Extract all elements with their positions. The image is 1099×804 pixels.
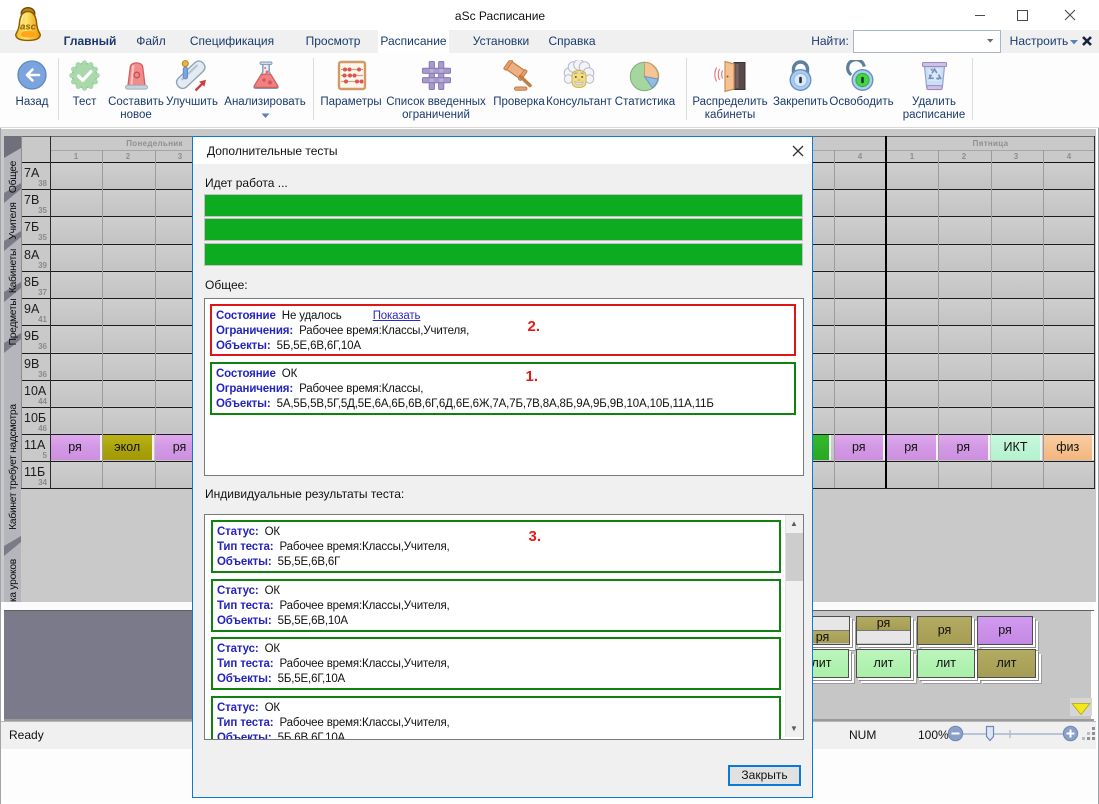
svg-text:ка уроков: ка уроков [8,558,19,602]
svg-text:Кабинет требует надсмотра: Кабинет требует надсмотра [7,404,19,530]
svg-text:Кабинеты: Кабинеты [7,249,19,293]
svg-text:Общее: Общее [7,160,19,193]
svg-text:Предметы: Предметы [8,299,19,346]
svg-text:asc: asc [20,22,37,33]
svg-text:Учителя: Учителя [8,202,19,239]
